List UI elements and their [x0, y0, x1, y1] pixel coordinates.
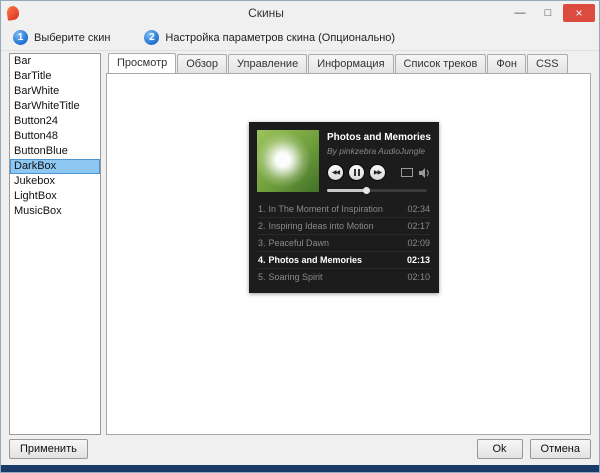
tab-area: Просмотр Обзор Управление Информация Спи… — [106, 53, 591, 435]
minimize-button[interactable]: — — [507, 4, 533, 22]
secondary-controls — [401, 168, 431, 178]
tab-information[interactable]: Информация — [308, 54, 393, 74]
skin-item-barwhitetitle[interactable]: BarWhiteTitle — [10, 99, 100, 114]
track-number: 2. — [258, 221, 266, 231]
dialog-buttons: Ok Отмена — [477, 439, 591, 459]
track-duration: 02:09 — [407, 238, 430, 248]
volume-icon[interactable] — [419, 168, 431, 178]
fullscreen-icon[interactable] — [401, 168, 413, 177]
skin-item-jukebox[interactable]: Jukebox — [10, 174, 100, 189]
pause-icon — [354, 169, 360, 176]
skin-item-button48[interactable]: Button48 — [10, 129, 100, 144]
apply-button[interactable]: Применить — [9, 439, 88, 459]
tab-background[interactable]: Фон — [487, 54, 526, 74]
track-duration: 02:13 — [407, 255, 430, 265]
player-controls: ◀◀ ▶▶ — [327, 164, 431, 181]
track-name: Photos and Memories — [269, 255, 401, 265]
track-author: By pinkzebra AudioJungle — [327, 146, 431, 156]
skin-item-musicbox[interactable]: MusicBox — [10, 204, 100, 219]
cancel-button[interactable]: Отмена — [530, 439, 591, 459]
app-icon — [6, 5, 20, 21]
window-controls: — □ × — [507, 4, 595, 22]
track-row-current[interactable]: 4. Photos and Memories 02:13 — [257, 251, 431, 268]
next-icon: ▶▶ — [374, 169, 381, 176]
skin-item-bartitle[interactable]: BarTitle — [10, 69, 100, 84]
player-header: Photos and Memories By pinkzebra AudioJu… — [257, 130, 431, 192]
skins-dialog-window: Скины — □ × 1 Выберите скин 2 Настройка … — [0, 0, 600, 473]
skin-item-buttonblue[interactable]: ButtonBlue — [10, 144, 100, 159]
track-name: Inspiring Ideas into Motion — [269, 221, 402, 231]
bottom-taskbar-strip — [1, 465, 599, 472]
track-duration: 02:17 — [407, 221, 430, 231]
tab-strip: Просмотр Обзор Управление Информация Спи… — [106, 53, 591, 73]
track-duration: 02:10 — [407, 272, 430, 282]
titlebar: Скины — □ × — [1, 1, 599, 25]
footer: Применить Ok Отмена — [9, 439, 591, 459]
step-1-label: Выберите скин — [34, 32, 110, 44]
skin-item-bar[interactable]: Bar — [10, 54, 100, 69]
track-row[interactable]: 1. In The Moment of Inspiration 02:34 — [257, 201, 431, 217]
next-button[interactable]: ▶▶ — [369, 164, 386, 181]
previous-icon: ◀◀ — [332, 169, 339, 176]
progress-fill — [327, 189, 365, 192]
step-choose-skin: 1 Выберите скин — [13, 30, 110, 45]
tab-css[interactable]: CSS — [527, 54, 568, 74]
track-number: 3. — [258, 238, 266, 248]
skin-listbox: Bar BarTitle BarWhite BarWhiteTitle Butt… — [9, 53, 101, 435]
steps-row: 1 Выберите скин 2 Настройка параметров с… — [1, 25, 599, 51]
track-row[interactable]: 3. Peaceful Dawn 02:09 — [257, 234, 431, 251]
tab-tracklist[interactable]: Список треков — [395, 54, 487, 74]
track-list: 1. In The Moment of Inspiration 02:34 2.… — [257, 201, 431, 285]
track-number: 1. — [258, 204, 266, 214]
player-right-column: Photos and Memories By pinkzebra AudioJu… — [327, 130, 431, 192]
tab-overview[interactable]: Обзор — [177, 54, 227, 74]
maximize-button[interactable]: □ — [535, 4, 561, 22]
track-name: In The Moment of Inspiration — [269, 204, 402, 214]
skin-item-button24[interactable]: Button24 — [10, 114, 100, 129]
track-name: Soaring Spirit — [269, 272, 402, 282]
transport-buttons: ◀◀ ▶▶ — [327, 164, 386, 181]
previous-button[interactable]: ◀◀ — [327, 164, 344, 181]
step-2-icon: 2 — [144, 30, 159, 45]
main-area: Bar BarTitle BarWhite BarWhiteTitle Butt… — [1, 51, 599, 435]
player-widget-preview: Photos and Memories By pinkzebra AudioJu… — [249, 122, 439, 293]
track-row[interactable]: 5. Soaring Spirit 02:10 — [257, 268, 431, 285]
track-name: Peaceful Dawn — [269, 238, 402, 248]
progress-handle[interactable] — [363, 187, 370, 194]
tab-preview[interactable]: Просмотр — [108, 53, 176, 73]
album-art-dandelion — [257, 130, 319, 192]
step-1-icon: 1 — [13, 30, 28, 45]
step-2-label: Настройка параметров скина (Опционально) — [165, 32, 395, 44]
track-number: 4. — [258, 255, 266, 265]
step-configure-skin: 2 Настройка параметров скина (Опциональн… — [144, 30, 395, 45]
window-title: Скины — [25, 6, 507, 20]
skin-item-barwhite[interactable]: BarWhite — [10, 84, 100, 99]
skin-item-lightbox[interactable]: LightBox — [10, 189, 100, 204]
track-duration: 02:34 — [407, 204, 430, 214]
skin-item-darkbox-selected[interactable]: DarkBox — [10, 159, 100, 174]
tab-controls[interactable]: Управление — [228, 54, 307, 74]
pause-button[interactable] — [348, 164, 365, 181]
ok-button[interactable]: Ok — [477, 439, 523, 459]
close-button[interactable]: × — [563, 4, 595, 22]
track-row[interactable]: 2. Inspiring Ideas into Motion 02:17 — [257, 217, 431, 234]
preview-panel: Photos and Memories By pinkzebra AudioJu… — [106, 73, 591, 435]
track-title: Photos and Memories — [327, 132, 431, 143]
track-number: 5. — [258, 272, 266, 282]
progress-bar[interactable] — [327, 189, 427, 192]
